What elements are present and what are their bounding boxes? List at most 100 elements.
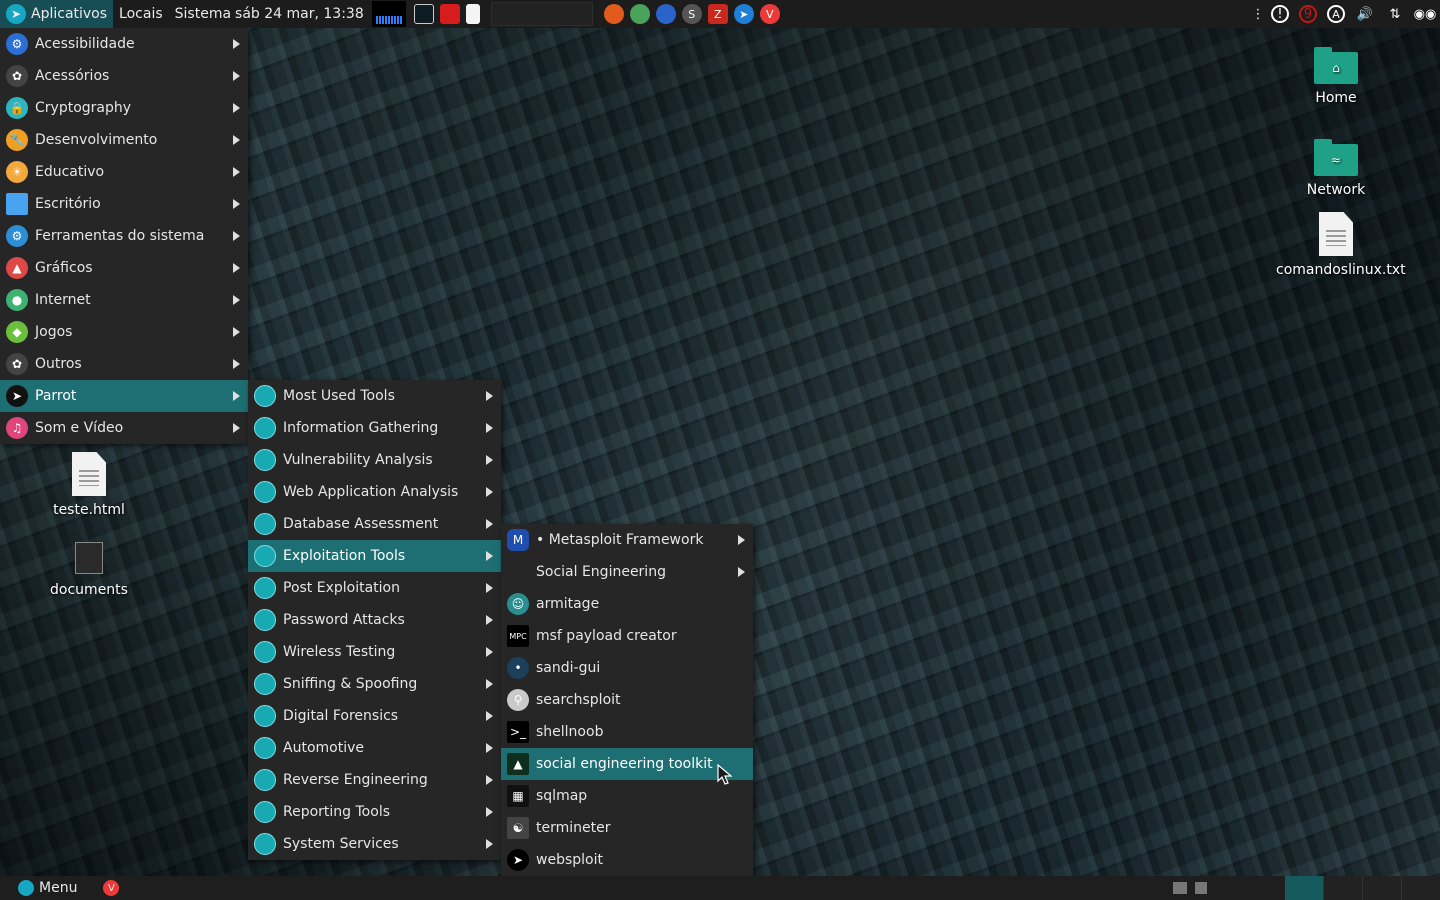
exploitation-tools-submenu: M • Metasploit Framework Social Engineerin… <box>501 524 753 876</box>
taskbar-window-list[interactable] <box>490 2 593 26</box>
s-icon[interactable]: S <box>681 4 702 24</box>
parrot-submenu-item[interactable]: Database Assessment <box>248 508 501 540</box>
menu-item-label: Gráficos <box>35 260 93 276</box>
menu-item-document[interactable]: Escritório <box>0 188 248 220</box>
system-monitor-widget[interactable] <box>371 1 406 27</box>
network-icon[interactable] <box>655 4 676 24</box>
menu-item-accessibility[interactable]: ⚙ Acessibilidade <box>0 28 248 60</box>
menu-item-education[interactable]: ☀ Educativo <box>0 156 248 188</box>
submenu-arrow-icon <box>486 647 493 657</box>
notification-icon[interactable]: 9 <box>1299 5 1317 23</box>
menu-item-gear[interactable]: ⚙ Ferramentas do sistema <box>0 220 248 252</box>
info-icon[interactable]: ! <box>1271 5 1289 23</box>
shuttle-icon[interactable]: ➤ <box>733 4 754 24</box>
workspace-4[interactable] <box>1401 876 1440 900</box>
exploitation-item[interactable]: >_ shellnoob <box>501 716 753 748</box>
menu-item-label: Information Gathering <box>283 420 439 436</box>
exploitation-item[interactable]: ☯ termineter <box>501 812 753 844</box>
parrot-submenu-item[interactable]: Most Used Tools <box>248 380 501 412</box>
firefox-icon[interactable] <box>603 4 624 24</box>
exploitation-item[interactable]: ▦ sqlmap <box>501 780 753 812</box>
menu-item-music[interactable]: ♫ Som e Vídeo <box>0 412 248 444</box>
parrot-submenu-item[interactable]: Exploitation Tools <box>248 540 501 572</box>
menu-item-other[interactable]: ✿ Outros <box>0 348 248 380</box>
menu-item-parrot[interactable]: ➤ Parrot <box>0 380 248 412</box>
menu-item-label: Exploitation Tools <box>283 548 406 564</box>
places-menu-button[interactable]: Locais <box>113 0 169 28</box>
globe-icon[interactable] <box>629 4 650 24</box>
applications-menu: ⚙ Acessibilidade ✿ Acessórios 🔒 Cryptography 🔧… <box>0 28 248 444</box>
parrot-submenu-item[interactable]: Wireless Testing <box>248 636 501 668</box>
menu-item-label: Post Exploitation <box>283 580 400 596</box>
submenu-arrow-icon <box>486 583 493 593</box>
vivaldi-icon[interactable]: V <box>759 4 780 24</box>
menu-item-label: Wireless Testing <box>283 644 396 660</box>
documents-desktop-icon[interactable]: documents <box>29 542 149 598</box>
lock-icon: 🔒 <box>6 97 28 119</box>
exploitation-item[interactable]: • sandi-gui <box>501 652 753 684</box>
category-icon <box>254 577 276 599</box>
filezilla-icon[interactable]: Z <box>707 4 728 24</box>
teste-html-file-icon[interactable]: teste.html <box>29 452 149 518</box>
exploitation-item[interactable]: ➤ websploit <box>501 844 753 876</box>
parrot-submenu-item[interactable]: Web Application Analysis <box>248 476 501 508</box>
network-desktop-icon[interactable]: ≈ Network <box>1276 139 1396 198</box>
parrot-submenu-item[interactable]: Information Gathering <box>248 412 501 444</box>
menu-item-graphics[interactable]: ▲ Gráficos <box>0 252 248 284</box>
disk-icon[interactable] <box>1195 882 1207 894</box>
user-icon[interactable]: ◉◉ <box>1414 4 1437 24</box>
menu-item-label: websploit <box>536 852 603 868</box>
applications-label: Aplicativos <box>31 6 108 22</box>
submenu-arrow-icon <box>233 39 240 49</box>
more-icon[interactable]: ⋮ <box>1252 4 1265 24</box>
submenu-arrow-icon <box>233 391 240 401</box>
home-desktop-icon[interactable]: ⌂ Home <box>1276 47 1396 106</box>
menu-item-globe[interactable]: ● Internet <box>0 284 248 316</box>
menu-item-lock[interactable]: 🔒 Cryptography <box>0 92 248 124</box>
network-arrows-icon[interactable]: ⇅ <box>1385 4 1405 24</box>
bottom-menu-button[interactable]: Menu <box>0 876 85 900</box>
terminal-icon: >_ <box>507 721 529 743</box>
parrot-submenu-item[interactable]: Digital Forensics <box>248 700 501 732</box>
submenu-arrow-icon <box>486 743 493 753</box>
menu-item-label: Password Attacks <box>283 612 405 628</box>
parrot-submenu-item[interactable]: Reverse Engineering <box>248 764 501 796</box>
menu-item-label: Acessibilidade <box>35 36 135 52</box>
vivaldi-taskbar-icon[interactable]: V <box>103 880 120 896</box>
system-menu-button[interactable]: Sistema <box>169 0 235 28</box>
menu-item-label: armitage <box>536 596 600 612</box>
keyboard-icon[interactable] <box>1173 882 1187 894</box>
parrot-submenu-item[interactable]: Reporting Tools <box>248 796 501 828</box>
menu-item-label: Internet <box>35 292 91 308</box>
workspace-3[interactable] <box>1362 876 1401 900</box>
menu-item-accessories[interactable]: ✿ Acessórios <box>0 60 248 92</box>
accessibility-icon[interactable]: A <box>1327 5 1345 23</box>
clock[interactable]: sáb 24 mar, 13:38 <box>235 0 370 28</box>
parrot-submenu-item[interactable]: Post Exploitation <box>248 572 501 604</box>
parrot-submenu-item[interactable]: System Services <box>248 828 501 860</box>
screenshot-launcher-icon[interactable] <box>439 4 460 24</box>
category-icon <box>254 609 276 631</box>
parrot-submenu-item[interactable]: Vulnerability Analysis <box>248 444 501 476</box>
graphics-icon: ▲ <box>6 257 28 279</box>
terminal-launcher-icon[interactable] <box>413 4 434 24</box>
volume-icon[interactable]: 🔊 <box>1355 4 1375 24</box>
exploitation-item[interactable]: ☺ armitage <box>501 588 753 620</box>
text-editor-launcher-icon[interactable] <box>465 4 480 24</box>
metasploit-icon: M <box>507 529 529 551</box>
termineter-icon: ☯ <box>507 817 529 839</box>
workspace-2[interactable] <box>1323 876 1362 900</box>
exploitation-item[interactable]: ⚲ searchsploit <box>501 684 753 716</box>
workspace-1[interactable] <box>1285 876 1323 900</box>
applications-menu-button[interactable]: ➤ Aplicativos <box>0 0 114 28</box>
parrot-submenu-item[interactable]: Password Attacks <box>248 604 501 636</box>
exploitation-item[interactable]: MPC msf payload creator <box>501 620 753 652</box>
exploitation-item[interactable]: M • Metasploit Framework <box>501 524 753 556</box>
exploitation-item[interactable]: Social Engineering <box>501 556 753 588</box>
menu-item-wrench[interactable]: 🔧 Desenvolvimento <box>0 124 248 156</box>
comandoslinux-file-icon[interactable]: comandoslinux.txt <box>1276 212 1406 278</box>
exploitation-item[interactable]: ▲ social engineering toolkit <box>501 748 753 780</box>
parrot-submenu-item[interactable]: Automotive <box>248 732 501 764</box>
parrot-submenu-item[interactable]: Sniffing & Spoofing <box>248 668 501 700</box>
menu-item-gamepad[interactable]: ◆ Jogos <box>0 316 248 348</box>
